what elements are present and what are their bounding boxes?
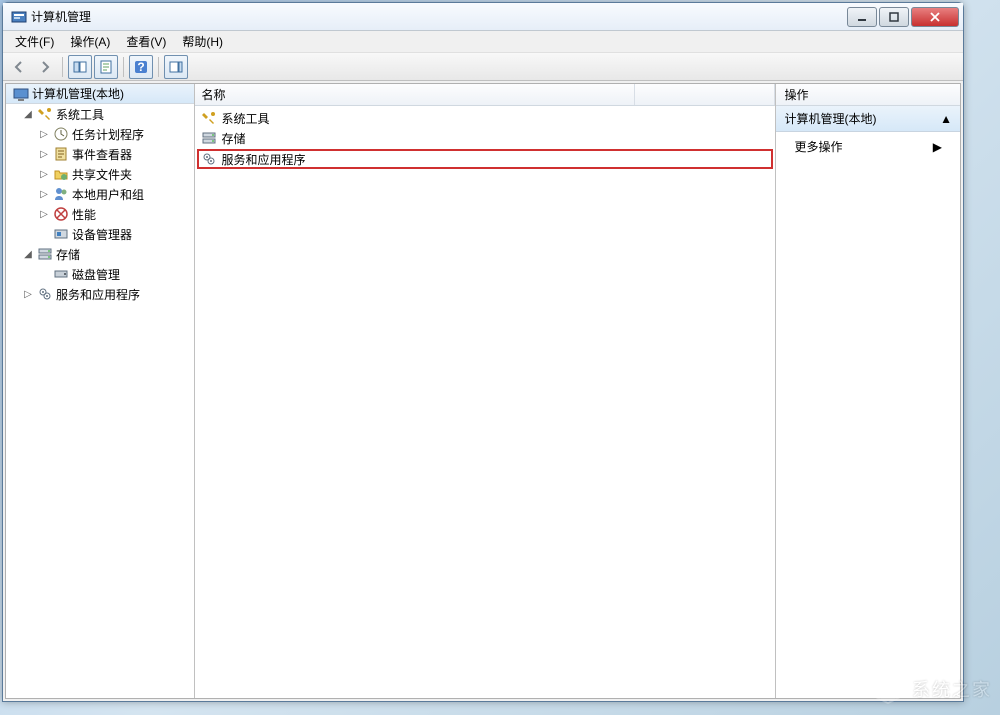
list-pane: 名称 系统工具 存储 服务和应用程序 bbox=[195, 84, 776, 698]
storage-icon bbox=[37, 246, 53, 262]
tree-label: 本地用户和组 bbox=[72, 186, 144, 203]
menu-file[interactable]: 文件(F) bbox=[7, 31, 62, 52]
event-icon bbox=[53, 146, 69, 162]
tree-label: 事件查看器 bbox=[72, 146, 132, 163]
collapse-icon[interactable]: ◢ bbox=[22, 249, 34, 260]
tree-label: 服务和应用程序 bbox=[56, 286, 140, 303]
shared-folder-icon bbox=[53, 166, 69, 182]
tree-event-viewer[interactable]: ▷ 事件查看器 bbox=[6, 144, 194, 164]
expand-icon[interactable]: ▷ bbox=[38, 149, 50, 160]
users-icon bbox=[53, 186, 69, 202]
menubar: 文件(F) 操作(A) 查看(V) 帮助(H) bbox=[3, 31, 963, 53]
services-icon bbox=[37, 286, 53, 302]
show-hide-tree-button[interactable] bbox=[68, 55, 92, 79]
toolbar: ? bbox=[3, 53, 963, 81]
expand-icon[interactable]: ▷ bbox=[38, 209, 50, 220]
watermark: 系统之家 bbox=[870, 671, 992, 707]
tree-disk-management[interactable]: 磁盘管理 bbox=[6, 264, 194, 284]
tree-root[interactable]: 计算机管理(本地) bbox=[6, 84, 194, 104]
show-hide-action-button[interactable] bbox=[164, 55, 188, 79]
tree-shared-folders[interactable]: ▷ 共享文件夹 bbox=[6, 164, 194, 184]
list-header-spacer[interactable] bbox=[635, 84, 775, 105]
tree-label: 共享文件夹 bbox=[72, 166, 132, 183]
collapse-icon[interactable]: ◢ bbox=[22, 109, 34, 120]
actions-section-title: 计算机管理(本地) bbox=[784, 110, 876, 127]
actions-more[interactable]: 更多操作 ▶ bbox=[776, 132, 960, 161]
tree-performance[interactable]: ▷ 性能 bbox=[6, 204, 194, 224]
tree-label: 系统工具 bbox=[56, 106, 104, 123]
tree-system-tools[interactable]: ◢ 系统工具 bbox=[6, 104, 194, 124]
tools-icon bbox=[201, 110, 217, 126]
actions-section[interactable]: 计算机管理(本地) ▲ bbox=[776, 106, 960, 132]
menu-view[interactable]: 查看(V) bbox=[118, 31, 174, 52]
menu-help[interactable]: 帮助(H) bbox=[174, 31, 231, 52]
tree-label: 任务计划程序 bbox=[72, 126, 144, 143]
menu-action[interactable]: 操作(A) bbox=[62, 31, 118, 52]
services-icon bbox=[201, 151, 217, 167]
performance-icon bbox=[53, 206, 69, 222]
clock-icon bbox=[53, 126, 69, 142]
list-header-name[interactable]: 名称 bbox=[195, 84, 635, 105]
content-area: 计算机管理(本地) ◢ 系统工具 ▷ 任务计划程序 ▷ 事件查看器 ▷ 共享文件 bbox=[5, 83, 961, 699]
tree-services-apps[interactable]: ▷ 服务和应用程序 bbox=[6, 284, 194, 304]
tree-local-users[interactable]: ▷ 本地用户和组 bbox=[6, 184, 194, 204]
tree-label: 磁盘管理 bbox=[72, 266, 120, 283]
window-title: 计算机管理 bbox=[31, 8, 845, 25]
toolbar-separator bbox=[123, 57, 124, 77]
list-item-label: 服务和应用程序 bbox=[221, 151, 305, 168]
tree-label: 设备管理器 bbox=[72, 226, 132, 243]
properties-button[interactable] bbox=[94, 55, 118, 79]
collapse-icon[interactable]: ▲ bbox=[940, 112, 952, 126]
actions-more-label: 更多操作 bbox=[794, 138, 842, 155]
computer-icon bbox=[13, 86, 29, 102]
tree-device-manager[interactable]: 设备管理器 bbox=[6, 224, 194, 244]
tree-label: 存储 bbox=[56, 246, 80, 263]
tree-task-scheduler[interactable]: ▷ 任务计划程序 bbox=[6, 124, 194, 144]
back-button[interactable] bbox=[7, 55, 31, 79]
help-button[interactable]: ? bbox=[129, 55, 153, 79]
expand-icon[interactable]: ▷ bbox=[38, 169, 50, 180]
tree-label: 性能 bbox=[72, 206, 96, 223]
list-header[interactable]: 名称 bbox=[195, 84, 775, 106]
window-buttons bbox=[845, 7, 959, 27]
toolbar-separator bbox=[158, 57, 159, 77]
watermark-text: 系统之家 bbox=[912, 676, 992, 702]
list-item-label: 系统工具 bbox=[221, 110, 269, 127]
chevron-right-icon: ▶ bbox=[933, 140, 942, 154]
tools-icon bbox=[37, 106, 53, 122]
list-item-system-tools[interactable]: 系统工具 bbox=[197, 108, 773, 128]
blank-expander bbox=[38, 269, 50, 280]
list-item-label: 存储 bbox=[221, 130, 245, 147]
disk-icon bbox=[53, 266, 69, 282]
storage-icon bbox=[201, 130, 217, 146]
watermark-logo-icon bbox=[870, 671, 906, 707]
maximize-button[interactable] bbox=[879, 7, 909, 27]
list-item-services-apps[interactable]: 服务和应用程序 bbox=[197, 149, 773, 169]
tree-pane[interactable]: 计算机管理(本地) ◢ 系统工具 ▷ 任务计划程序 ▷ 事件查看器 ▷ 共享文件 bbox=[6, 84, 195, 698]
device-icon bbox=[53, 226, 69, 242]
actions-pane: 操作 计算机管理(本地) ▲ 更多操作 ▶ bbox=[776, 84, 960, 698]
app-icon bbox=[11, 9, 27, 25]
svg-text:?: ? bbox=[137, 60, 144, 74]
toolbar-separator bbox=[62, 57, 63, 77]
minimize-button[interactable] bbox=[847, 7, 877, 27]
forward-button[interactable] bbox=[33, 55, 57, 79]
computer-management-window: 计算机管理 文件(F) 操作(A) 查看(V) 帮助(H) ? 计算机管理(本地… bbox=[2, 2, 964, 702]
tree-storage[interactable]: ◢ 存储 bbox=[6, 244, 194, 264]
actions-header: 操作 bbox=[776, 84, 960, 106]
titlebar[interactable]: 计算机管理 bbox=[3, 3, 963, 31]
close-button[interactable] bbox=[911, 7, 959, 27]
list-item-storage[interactable]: 存储 bbox=[197, 128, 773, 148]
blank-expander bbox=[38, 229, 50, 240]
list-body[interactable]: 系统工具 存储 服务和应用程序 bbox=[195, 106, 775, 698]
tree-root-label: 计算机管理(本地) bbox=[32, 85, 124, 102]
expand-icon[interactable]: ▷ bbox=[38, 189, 50, 200]
expand-icon[interactable]: ▷ bbox=[22, 289, 34, 300]
expand-icon[interactable]: ▷ bbox=[38, 129, 50, 140]
